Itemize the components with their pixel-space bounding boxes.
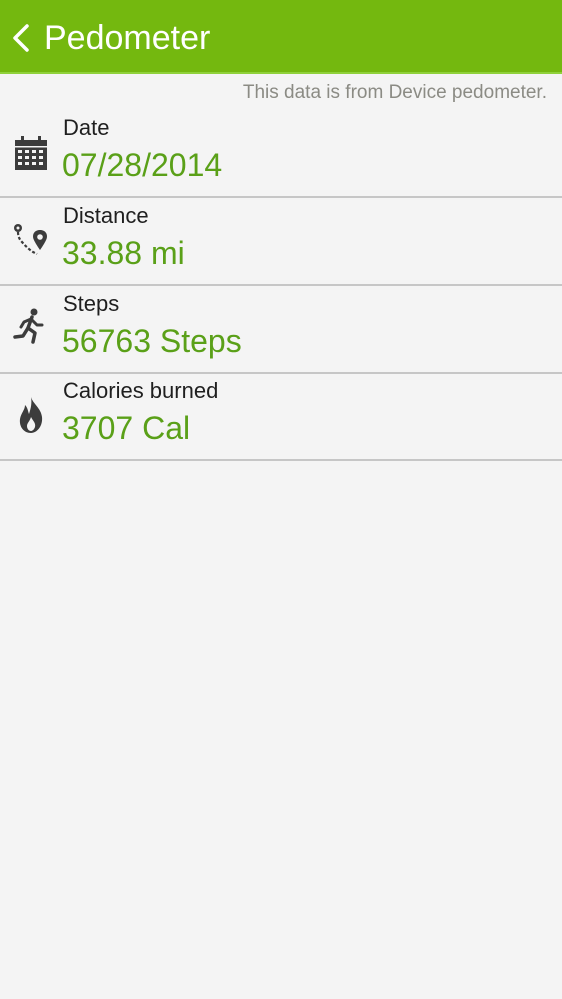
flame-icon	[19, 397, 43, 433]
distance-label: Distance	[63, 203, 149, 228]
steps-label: Steps	[63, 291, 120, 316]
back-button[interactable]	[0, 0, 44, 74]
stat-row-date: Date 07/28/2014	[0, 110, 562, 198]
chevron-left-icon	[13, 24, 29, 52]
date-label: Date	[63, 115, 110, 140]
stat-row-distance: Distance 33.88 mi	[0, 198, 562, 286]
runner-icon	[13, 308, 44, 344]
calories-value: 3707 Cal	[62, 410, 191, 446]
page-title: Pedometer	[44, 19, 211, 57]
stat-row-steps: Steps 56763 Steps	[0, 286, 562, 374]
data-source-note: This data is from Device pedometer.	[242, 82, 547, 103]
route-pin-icon	[14, 224, 47, 255]
calories-label: Calories burned	[63, 378, 219, 403]
calendar-icon	[15, 136, 47, 170]
date-value: 07/28/2014	[62, 147, 223, 183]
stat-row-calories: Calories burned 3707 Cal	[0, 373, 562, 461]
app-header: Pedometer	[0, 0, 562, 74]
steps-value: 56763 Steps	[62, 323, 242, 359]
distance-value: 33.88 mi	[62, 235, 185, 271]
